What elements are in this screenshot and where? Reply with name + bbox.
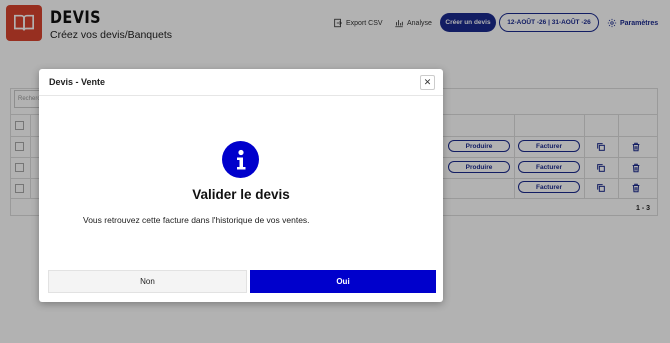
close-icon[interactable]: ✕ bbox=[420, 75, 435, 90]
info-icon bbox=[222, 141, 259, 178]
modal-message: Vous retrouvez cette facture dans l'hist… bbox=[83, 215, 310, 225]
modal-title: Devis - Vente bbox=[49, 77, 106, 87]
yes-button[interactable]: Oui bbox=[250, 270, 436, 293]
modal-heading: Valider le devis bbox=[192, 187, 290, 202]
no-button[interactable]: Non bbox=[48, 270, 247, 293]
confirm-modal: Devis - Vente ✕ Valider le devis Vous re… bbox=[39, 69, 443, 302]
modal-divider bbox=[39, 95, 443, 96]
